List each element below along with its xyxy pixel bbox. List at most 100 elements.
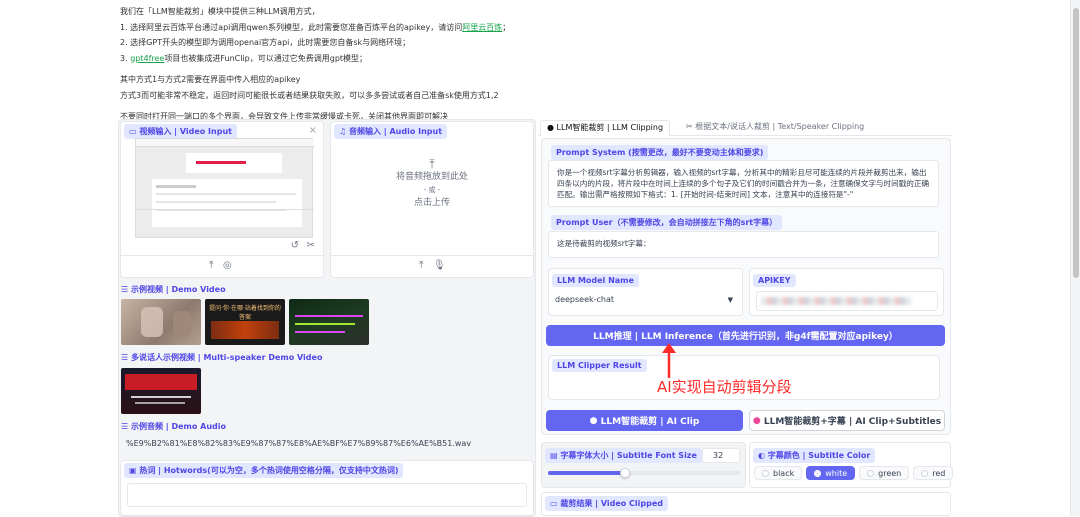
aliyun-bailian-link[interactable]: 阿里云百炼 xyxy=(462,23,502,32)
ai-clip-label: LLM智能裁剪 | AI Clip xyxy=(600,417,700,427)
video-clipped-label-text: 裁剪结果 | Video Clipped xyxy=(560,499,664,508)
video-clipped-label-wrap: ▭ 裁剪结果 | Video Clipped xyxy=(545,496,669,511)
color-option-white[interactable]: white xyxy=(806,466,856,480)
demo-video-thumb-3[interactable] xyxy=(289,299,369,345)
video-input-label-wrap: ▭ 视频输入 | Video Input xyxy=(124,124,237,139)
scrollbar-thumb[interactable] xyxy=(1073,8,1079,278)
thumb-figure xyxy=(141,307,163,337)
audio-drop-text: 将音频拖放到此处 xyxy=(395,172,468,182)
scissors-icon[interactable]: ✂ xyxy=(307,240,315,251)
clipper-result-label-wrap: LLM Clipper Result xyxy=(552,359,647,372)
clipper-result-label: LLM Clipper Result xyxy=(552,359,647,372)
llm-model-label: LLM Model Name xyxy=(552,274,639,287)
demo-audio-label: ☰ 示例音频 | Demo Audio xyxy=(121,421,226,432)
hotwords-input[interactable] xyxy=(127,483,527,507)
font-color-label-text: 字幕颜色 | Subtitle Color xyxy=(767,451,871,460)
font-color-label: ◐ 字幕颜色 | Subtitle Color xyxy=(753,448,876,463)
intro-line-4-text: 项目也被集成进FunClip，可以通过它免费调用gpt模型； xyxy=(164,53,368,63)
intro-line-4-num: 3. xyxy=(120,53,131,63)
video-input-panel[interactable]: ▭ 视频输入 | Video Input × ↺ ✂ ⤒ ◎ xyxy=(120,121,324,278)
demo-video-thumb-2[interactable]: 提问·你·在哪·站着找到你的答案 xyxy=(205,299,285,345)
preview-divider xyxy=(136,209,314,210)
multi-speaker-label-text: 多说话人示例视频 | Multi-speaker Demo Video xyxy=(130,353,323,362)
color-option-label: white xyxy=(825,468,848,478)
thumb-line xyxy=(135,402,185,404)
multi-speaker-thumb[interactable] xyxy=(121,368,201,414)
audio-drop-zone[interactable]: ⤒ 将音频拖放到此处 - 或 - 点击上传 xyxy=(331,158,533,210)
apikey-label: APIKEY xyxy=(753,274,796,287)
apikey-input[interactable] xyxy=(756,291,938,311)
preview-line xyxy=(156,193,296,195)
font-color-options: black white green red xyxy=(754,466,957,480)
demo-video-thumb-1[interactable] xyxy=(121,299,201,345)
radio-dot xyxy=(867,469,875,477)
page-scrollbar[interactable] xyxy=(1070,0,1080,516)
llm-model-select[interactable]: deepseek-chat ▼ xyxy=(555,293,735,307)
font-size-label-wrap: ▤ 字幕字体大小 | Subtitle Font Size xyxy=(545,448,702,463)
video-input-divider xyxy=(121,255,323,256)
thumb-line xyxy=(295,315,363,317)
ai-clip-subtitles-button[interactable]: ● LLM智能裁剪+字幕 | AI Clip+Subtitles xyxy=(749,410,945,431)
font-size-panel: ▤ 字幕字体大小 | Subtitle Font Size 32 xyxy=(541,442,746,488)
hotwords-label-text: 热词 | Hotwords(可以为空，多个热词使用空格分隔，仅支持中文热词) xyxy=(139,466,399,475)
thumb-caption: 提问·你·在哪·站着找到你的答案 xyxy=(209,305,281,321)
microphone-icon[interactable]: 🎙 xyxy=(433,260,446,271)
tab-text-speaker-label: 根据文本/说话人裁剪 | Text/Speaker Clipping xyxy=(695,122,865,131)
thumb-line xyxy=(131,396,191,398)
video-input-label-text: 视频输入 | Video Input xyxy=(139,127,232,136)
video-preview-hero xyxy=(186,153,282,173)
color-option-black[interactable]: black xyxy=(754,466,803,480)
font-color-panel: ◐ 字幕颜色 | Subtitle Color black white green r… xyxy=(749,442,954,488)
audio-input-label-text: 音频输入 | Audio Input xyxy=(348,127,443,136)
gpt4free-link[interactable]: gpt4free xyxy=(130,54,164,63)
font-size-slider-track[interactable] xyxy=(548,468,740,478)
hotwords-panel: ▣ 热词 | Hotwords(可以为空，多个热词使用空格分隔，仅支持中文热词) xyxy=(120,460,534,516)
audio-input-panel[interactable]: ♫ 音频输入 | Audio Input ⤒ 将音频拖放到此处 - 或 - 点击… xyxy=(330,121,534,278)
audio-input-divider xyxy=(331,255,533,256)
tab-llm-clipping[interactable]: ● LLM智能裁剪 | LLM Clipping xyxy=(540,120,671,136)
intro-line-2-end: ； xyxy=(502,22,511,32)
video-input-label: ▭ 视频输入 | Video Input xyxy=(124,124,237,139)
dropdown-icon: ▼ xyxy=(727,296,733,304)
webcam-icon[interactable]: ◎ xyxy=(223,260,232,271)
thumb-line xyxy=(295,331,345,333)
demo-audio-file[interactable]: %E9%B2%81%E8%82%83%E9%87%87%E8%AE%BF%E7%… xyxy=(123,437,475,451)
prompt-user-input[interactable]: 这是待裁剪的视频srt字幕： xyxy=(548,231,939,258)
video-preview[interactable] xyxy=(135,138,314,238)
llm-model-label-wrap: LLM Model Name xyxy=(552,274,639,287)
color-option-label: green xyxy=(878,468,902,478)
ai-clip-subtitles-label: LLM智能裁剪+字幕 | AI Clip+Subtitles xyxy=(763,417,942,427)
font-size-input[interactable]: 32 xyxy=(702,448,740,463)
preview-line xyxy=(156,201,276,203)
close-icon[interactable]: × xyxy=(309,125,317,136)
color-option-green[interactable]: green xyxy=(859,466,910,480)
llm-inference-button[interactable]: LLM推理 | LLM Inference（首先进行识别，非g4f需配置对应ap… xyxy=(546,325,945,346)
text-size-icon: ▤ xyxy=(550,451,561,460)
prompt-system-input[interactable]: 你是一个视频srt字幕分析剪辑器，输入视频的srt字幕，分析其中的精彩且尽可能连… xyxy=(548,160,939,207)
thumb-line xyxy=(295,323,355,325)
music-icon: ♫ xyxy=(339,127,349,136)
tab-text-speaker[interactable]: ✂ 根据文本/说话人裁剪 | Text/Speaker Clipping xyxy=(680,120,870,136)
upload-icon[interactable]: ⤒ xyxy=(209,260,213,271)
intro-line-1: 我们在「LLM智能裁剪」模块中提供三种LLM调用方式， xyxy=(120,7,320,16)
color-option-red[interactable]: red xyxy=(913,466,954,480)
prompt-user-label-wrap: Prompt User（不需要修改，会自动拼接左下角的srt字幕） xyxy=(551,215,783,230)
upload-icon[interactable]: ⤒ xyxy=(419,260,423,271)
radio-dot xyxy=(814,469,822,477)
video-preview-redbar xyxy=(196,161,246,164)
video-preview-toolbar xyxy=(136,139,314,147)
ai-clip-button[interactable]: ● LLM智能裁剪 | AI Clip xyxy=(546,410,743,431)
intro-line-6: 方式3而可能非常不稳定，返回时间可能很长或者结果获取失败，可以多多尝试或者自己准… xyxy=(120,90,499,100)
audio-input-label-wrap: ♫ 音频输入 | Audio Input xyxy=(334,124,448,139)
intro-line-3: 2. 选择GPT开头的模型即为调用openai官方api，此时需要您自备sk与网… xyxy=(120,38,411,47)
audio-input-label: ♫ 音频输入 | Audio Input xyxy=(334,124,448,139)
undo-icon[interactable]: ↺ xyxy=(291,240,299,251)
preview-line xyxy=(156,185,196,188)
annotation-arrow xyxy=(662,343,676,378)
radio-dot xyxy=(762,469,769,477)
audio-click-upload[interactable]: 点击上传 xyxy=(331,197,533,210)
color-option-label: black xyxy=(773,468,795,478)
font-size-slider-handle[interactable] xyxy=(619,468,630,478)
video-clipped-panel: ▭ 裁剪结果 | Video Clipped xyxy=(541,492,951,516)
font-size-slider-fill xyxy=(548,471,625,475)
